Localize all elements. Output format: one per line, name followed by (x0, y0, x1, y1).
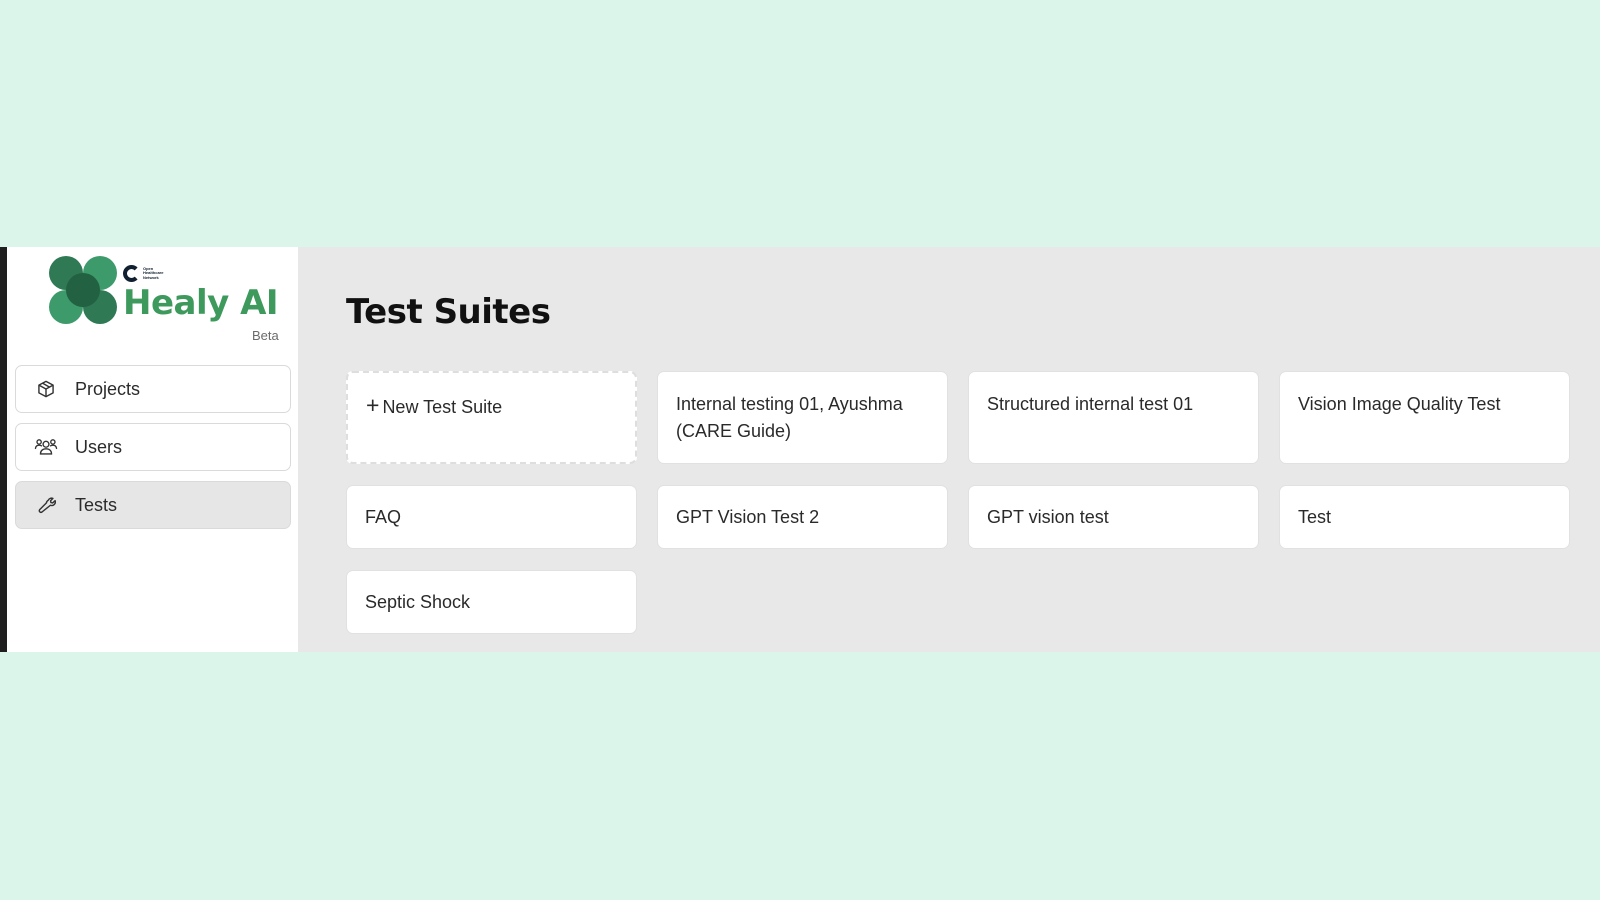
brand-logo[interactable]: Open Healthcare Network Healy AI Beta (43, 256, 283, 346)
app-window: Open Healthcare Network Healy AI Beta Pr… (0, 247, 1600, 652)
plus-icon: + (366, 392, 380, 418)
test-suite-name: GPT vision test (987, 507, 1109, 527)
test-suite-name: Test (1298, 507, 1332, 527)
sidebar-item-projects[interactable]: Projects (15, 365, 291, 413)
org-logo-text: Open Healthcare Network (143, 266, 164, 280)
sidebar-item-tests[interactable]: Tests (15, 481, 291, 529)
test-suite-name: GPT Vision Test 2 (676, 507, 820, 527)
test-suite-name: FAQ (365, 507, 402, 527)
sidebar-nav: Projects Users Tests (15, 365, 291, 539)
test-suite-card[interactable]: Test (1279, 485, 1570, 549)
test-suite-card[interactable]: Internal testing 01, Ayushma (CARE Guide… (657, 371, 948, 464)
test-suite-name: Vision Image Quality Test (1298, 394, 1501, 414)
test-suite-card[interactable]: Septic Shock (346, 570, 637, 634)
test-suite-grid: + New Test Suite Internal testing 01, Ayu… (346, 371, 1600, 634)
main-content: Test Suites + New Test Suite Internal tes… (298, 247, 1600, 652)
wrench-icon (34, 493, 58, 517)
new-test-suite-button[interactable]: + New Test Suite (346, 371, 637, 464)
clover-logo-icon (49, 256, 117, 324)
test-suite-card[interactable]: GPT vision test (968, 485, 1259, 549)
org-logo: Open Healthcare Network (123, 265, 173, 282)
test-suite-name: Septic Shock (365, 592, 471, 612)
new-test-suite-label: New Test Suite (382, 397, 503, 417)
test-suite-card[interactable]: Vision Image Quality Test (1279, 371, 1570, 464)
sidebar-item-users[interactable]: Users (15, 423, 291, 471)
users-icon (34, 435, 58, 459)
test-suite-card[interactable]: GPT Vision Test 2 (657, 485, 948, 549)
test-suite-card[interactable]: FAQ (346, 485, 637, 549)
sidebar-item-label: Projects (75, 378, 141, 399)
org-ring-icon (123, 265, 140, 282)
cube-icon (34, 377, 58, 401)
test-suite-name: Structured internal test 01 (987, 394, 1194, 414)
page-title: Test Suites (346, 292, 551, 332)
test-suite-card[interactable]: Structured internal test 01 (968, 371, 1259, 464)
sidebar-item-label: Users (75, 436, 123, 457)
window-edge (0, 247, 7, 652)
test-suite-name: Internal testing 01, Ayushma (CARE Guide… (676, 394, 903, 441)
brand-name: Healy AI (123, 283, 279, 323)
beta-badge: Beta (252, 328, 279, 343)
sidebar-item-label: Tests (75, 494, 118, 515)
sidebar: Open Healthcare Network Healy AI Beta Pr… (7, 247, 298, 652)
